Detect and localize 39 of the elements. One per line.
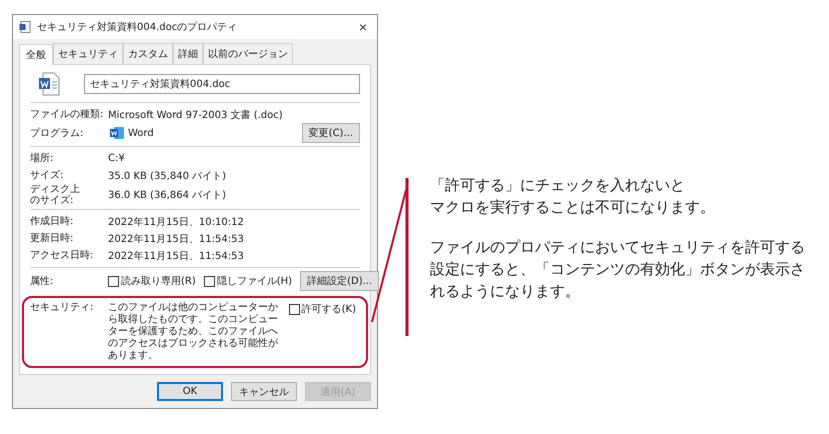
- tab[interactable]: カスタム: [123, 43, 173, 64]
- callout-text: 「許可する」にチェックを入れないと マクロを実行することは不可になります。: [430, 175, 716, 218]
- dialog-button[interactable]: OK: [157, 382, 223, 401]
- dialog-button[interactable]: キャンセル: [231, 382, 297, 401]
- callout-text: ファイルのプロパティにおいてセキュリティを許可する 設定にすると、「コンテンツの有効化」ボタンが表示さ れるようになります。: [430, 237, 805, 302]
- attribute-checkbox[interactable]: 読み取り専用(R): [108, 274, 196, 288]
- field-value: 2022年11月15日、10:10:12: [108, 216, 244, 228]
- field-label: 作成日時:: [30, 216, 74, 227]
- field-value: 36.0 KB (36,864 バイト): [108, 189, 226, 202]
- change-button[interactable]: 変更(C)...: [302, 123, 360, 143]
- field-value: 2022年11月15日、11:54:53: [108, 250, 244, 262]
- field-label: 場所:: [30, 153, 54, 164]
- tab[interactable]: 全般: [19, 44, 53, 65]
- window-title: セキュリティ対策資料004.docのプロパティ: [37, 20, 238, 34]
- field-value: 2022年11月15日、11:54:53: [108, 232, 244, 246]
- word-document-icon: [38, 72, 60, 96]
- attribute-checkbox[interactable]: 隠しファイル(H): [204, 274, 292, 288]
- field-label: サイズ:: [30, 170, 64, 181]
- allow-checkbox[interactable]: 許可する(K): [288, 302, 356, 316]
- file-name-field[interactable]: セキュリティ対策資料004.doc: [84, 74, 360, 94]
- advanced-button[interactable]: 詳細設定(D)...: [300, 271, 380, 291]
- field-value: C:¥: [108, 153, 125, 164]
- document-icon: [19, 21, 31, 33]
- field-label: セキュリティ:: [30, 302, 94, 313]
- field-value: 35.0 KB (35,840 バイト): [108, 170, 226, 182]
- field-label: アクセス日時:: [30, 250, 94, 261]
- field-label: 更新日時:: [30, 233, 74, 244]
- field-label: ディスク上のサイズ:: [30, 184, 81, 206]
- field-label: プログラム:: [30, 128, 84, 138]
- field-label: 属性:: [30, 276, 54, 286]
- field-label: ファイルの種類:: [30, 109, 104, 120]
- tab[interactable]: 詳細: [173, 43, 203, 64]
- tab[interactable]: セキュリティ: [53, 43, 123, 64]
- field-value: Microsoft Word 97-2003 文書 (.doc): [108, 108, 283, 122]
- word-app-icon: [110, 127, 124, 139]
- close-button[interactable]: ×: [354, 19, 371, 35]
- field-value: Word: [128, 128, 155, 138]
- security-message: このファイルは他のコンピューターから取得したものです。このコンピューターを保護するため、このファイルへのアクセスはブロックされる可能性があります。: [108, 302, 279, 362]
- tab[interactable]: 以前のバージョン: [203, 43, 293, 64]
